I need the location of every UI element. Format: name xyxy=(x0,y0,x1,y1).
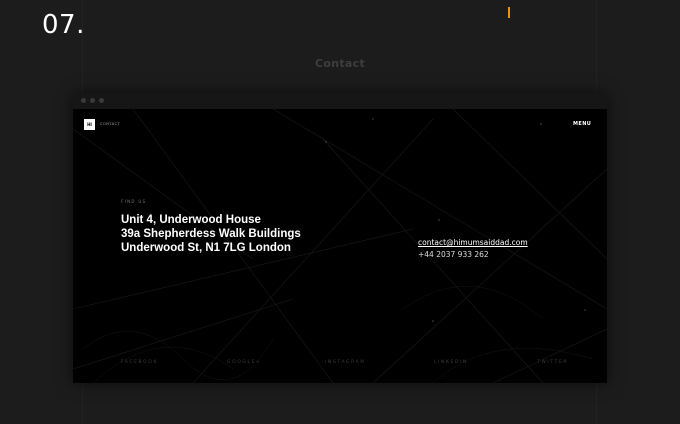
email-link[interactable]: contact@himumsaiddad.com xyxy=(418,238,528,247)
find-us-label: FIND US xyxy=(121,199,147,204)
address-line-3: Underwood St, N1 7LG London xyxy=(121,242,291,254)
social-link-google-plus[interactable]: GOOGLE+ xyxy=(227,360,261,365)
phone-number[interactable]: +44 2037 933 262 xyxy=(418,250,489,259)
address-line-2: 39a Shepherdess Walk Buildings xyxy=(121,228,301,240)
social-link-twitter[interactable]: TWITTER xyxy=(537,360,568,365)
site-logo[interactable]: HI xyxy=(84,119,95,130)
browser-toolbar xyxy=(73,93,607,109)
social-link-facebook[interactable]: FACEBOOK xyxy=(121,360,158,365)
window-dot-icon xyxy=(90,98,95,103)
browser-window: HI CONTACT MENU FIND US Unit 4, Underwoo… xyxy=(73,93,607,383)
accent-mark xyxy=(508,7,510,18)
section-number: 07. xyxy=(42,10,85,40)
social-link-linkedin[interactable]: LINKEDIN xyxy=(434,360,468,365)
address-line-1: Unit 4, Underwood House xyxy=(121,214,261,226)
logo-text: CONTACT xyxy=(100,122,121,126)
menu-button[interactable]: MENU xyxy=(573,121,591,127)
social-link-instagram[interactable]: INSTAGRAM xyxy=(325,360,366,365)
window-dot-icon xyxy=(99,98,104,103)
window-dot-icon xyxy=(81,98,86,103)
section-title: Contact xyxy=(314,57,366,70)
